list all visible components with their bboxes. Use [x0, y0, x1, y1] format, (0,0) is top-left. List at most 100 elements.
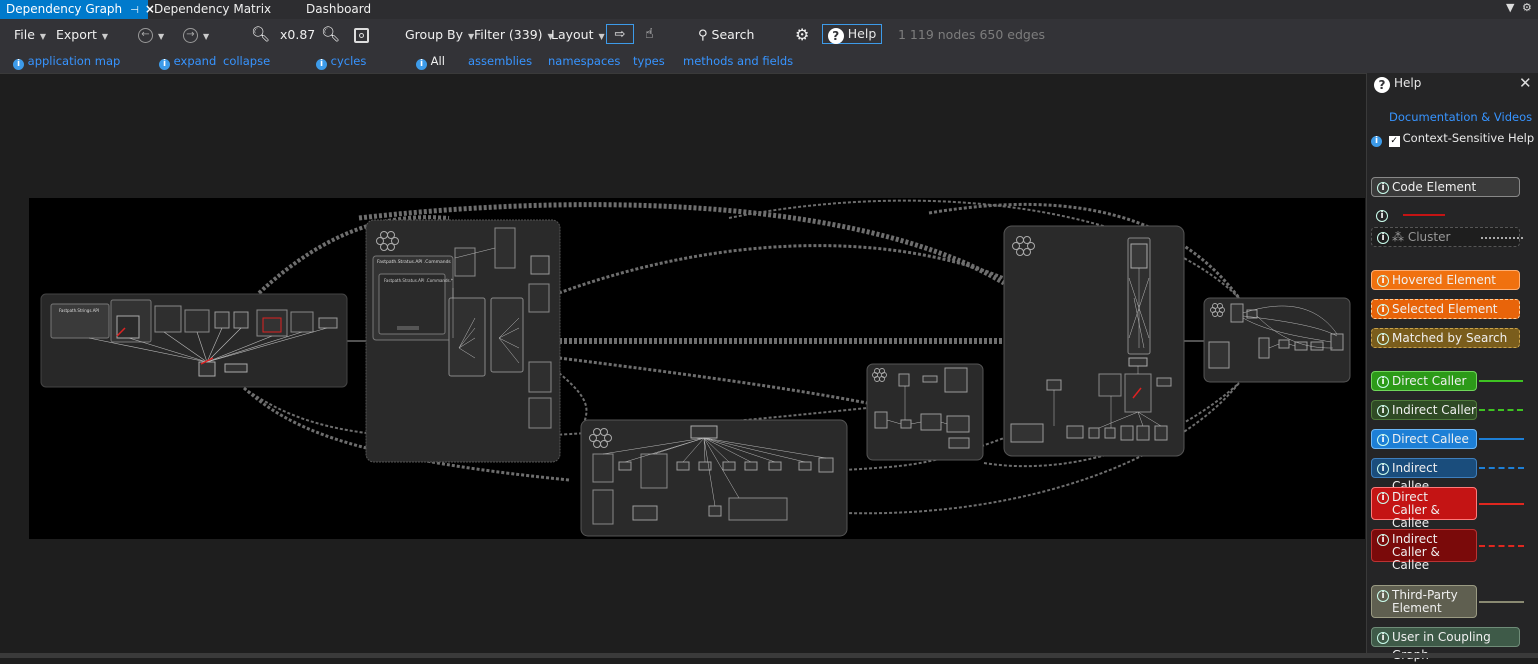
cluster-node-strings-api[interactable]: Fastpath.Strings.API — [40, 293, 348, 388]
tab-label: Dependency Graph — [6, 2, 123, 16]
layout-direction-button[interactable]: ⇨ — [606, 24, 634, 44]
info-icon: i — [13, 59, 24, 70]
search-label: Search — [711, 27, 755, 42]
cluster-node-d[interactable] — [866, 363, 984, 461]
quick-links-bar: i application map i expand collapse i cy… — [0, 50, 1538, 73]
pin-icon[interactable]: ⊣ — [130, 5, 139, 16]
context-help-label: Context-Sensitive Help — [1402, 131, 1535, 145]
info-icon: i — [1377, 434, 1389, 446]
help-panel-header: ? Help — [1374, 76, 1421, 93]
hand-icon: ☝ — [645, 26, 654, 42]
info-icon: i — [1377, 376, 1389, 388]
types-link[interactable]: types — [633, 50, 665, 73]
cluster-node-c[interactable] — [580, 419, 848, 537]
help-toggle-button[interactable]: ? Help — [822, 24, 882, 44]
expand-link[interactable]: i expand — [159, 50, 216, 73]
filter-label: Filter (339) — [474, 27, 543, 42]
tab-dropdown-icon[interactable]: ▼ — [1506, 1, 1514, 14]
layout-menu[interactable]: Layout ▼ — [551, 19, 605, 50]
window-settings-icon[interactable]: ⚙ — [1522, 1, 1532, 14]
file-menu[interactable]: File ▼ — [14, 19, 46, 50]
context-help-checkbox[interactable]: ✓ — [1388, 136, 1400, 147]
tab-label: Dependency Matrix — [154, 2, 272, 16]
cluster-title: Fastpath.Strings.API — [59, 308, 99, 313]
namespaces-link[interactable]: namespaces — [548, 50, 620, 73]
settings-button[interactable]: ⚙ — [795, 19, 809, 50]
legend-matched: i Matched by Search — [1371, 328, 1520, 348]
link-label: cycles — [330, 54, 367, 68]
green-dashed-arrow-icon — [1479, 409, 1523, 411]
chevron-down-icon: ▼ — [39, 32, 47, 41]
legend-label: Cluster — [1407, 230, 1451, 244]
export-menu[interactable]: Export ▼ — [56, 19, 108, 50]
legend-code-element: i Code Element — [1371, 177, 1520, 197]
group-by-menu[interactable]: Group By ▼ — [405, 19, 474, 50]
cluster-title: Fastpath.Stratus.API .Commands — [377, 259, 451, 265]
assemblies-link[interactable]: assemblies — [468, 50, 532, 73]
zoom-out-icon: 🔍︎ — [321, 25, 341, 43]
legend-indirect-both: i Indirect Caller & Callee — [1371, 529, 1477, 572]
zoom-out-button[interactable]: 🔍︎ — [321, 19, 340, 50]
chevron-down-icon: ▼ — [598, 32, 605, 41]
layout-direction-icon: ⇨ — [614, 27, 626, 42]
filter-menu[interactable]: Filter (339) ▼ — [474, 19, 554, 50]
info-icon: i — [1377, 182, 1389, 194]
graph-canvas[interactable]: Fastpath.Strings.API Fastpath.Stratus.AP… — [0, 73, 1366, 653]
group-by-label: Group By — [405, 27, 464, 42]
zoom-in-icon: 🔍︎ — [251, 25, 271, 43]
tab-dashboard[interactable]: Dashboard — [300, 0, 377, 19]
forward-button[interactable]: → ▼ — [183, 19, 209, 50]
all-link[interactable]: i All — [416, 50, 445, 73]
close-panel-icon[interactable]: ✕ — [1519, 74, 1532, 92]
legend-label: Direct Callee — [1392, 432, 1469, 446]
search-icon: ⚲ — [698, 28, 708, 43]
search-button[interactable]: ⚲ Search — [698, 19, 754, 50]
legend-label: Direct Caller — [1392, 374, 1467, 388]
info-icon: i — [1377, 632, 1389, 644]
zoom-in-button[interactable]: 🔍︎ — [251, 19, 270, 50]
legend-direct-callee: i Direct Callee — [1371, 429, 1477, 449]
dotted-edge-arrow-icon — [1481, 237, 1523, 239]
fit-to-view-button[interactable] — [354, 19, 369, 50]
graph-viewport[interactable]: Fastpath.Strings.API Fastpath.Stratus.AP… — [29, 198, 1365, 539]
dependency-graph[interactable]: Fastpath.Strings.API Fastpath.Stratus.AP… — [29, 198, 1365, 539]
tab-dependency-matrix[interactable]: Dependency Matrix — [148, 0, 277, 19]
methods-and-fields-link[interactable]: methods and fields — [683, 50, 793, 73]
zoom-level: x0.87 — [280, 27, 316, 42]
info-icon: i — [316, 59, 327, 70]
cycles-link[interactable]: i cycles — [316, 50, 366, 73]
forward-arrow-icon: → — [183, 28, 198, 43]
legend-label: Direct Caller & Callee — [1392, 490, 1440, 530]
fit-view-icon — [354, 28, 369, 43]
link-label: expand — [173, 54, 217, 68]
legend-third-party: i Third-Party Element — [1371, 585, 1477, 618]
legend-indirect-callee: i Indirect Callee — [1371, 458, 1477, 493]
legend-direct-both: i Direct Caller & Callee — [1371, 487, 1477, 530]
legend-label: Indirect Caller & Callee — [1392, 532, 1440, 572]
graph-toolbar: File ▼ Export ▼ ← ▼ → ▼ 🔍︎ x0.87 🔍︎ Group By… — [0, 19, 1538, 50]
blue-dashed-arrow-icon — [1479, 467, 1524, 469]
red-edge-arrow-icon — [1403, 214, 1445, 216]
context-help-row: i ✓ Context-Sensitive Help — [1371, 131, 1534, 147]
chevron-down-icon: ▼ — [101, 32, 109, 41]
cluster-node-e[interactable] — [1003, 225, 1185, 457]
gear-icon: ⚙ — [795, 25, 810, 44]
info-icon: i — [1377, 304, 1389, 316]
pan-mode-button[interactable]: ☝ — [645, 19, 654, 50]
legend-label: Selected Element — [1392, 302, 1498, 316]
tab-label: Dashboard — [306, 2, 372, 16]
tab-dependency-graph[interactable]: Dependency Graph ⊣ × — [0, 0, 155, 19]
info-icon: i — [416, 59, 427, 70]
collapse-link[interactable]: collapse — [223, 50, 270, 73]
info-icon: i — [159, 59, 170, 70]
red-arrow-icon — [1479, 503, 1524, 505]
documentation-link[interactable]: Documentation & Videos — [1389, 110, 1532, 124]
info-icon: i — [1377, 405, 1389, 417]
cluster-node-f[interactable] — [1203, 297, 1351, 383]
export-menu-label: Export — [56, 27, 97, 42]
application-map-link[interactable]: i application map — [13, 50, 120, 73]
cluster-node-stratus-commands[interactable]: Fastpath.Stratus.API .Commands Fastpath.… — [365, 219, 561, 463]
info-icon: i — [1377, 333, 1389, 345]
back-button[interactable]: ← ▼ — [138, 19, 164, 50]
olive-arrow-icon — [1479, 601, 1524, 603]
